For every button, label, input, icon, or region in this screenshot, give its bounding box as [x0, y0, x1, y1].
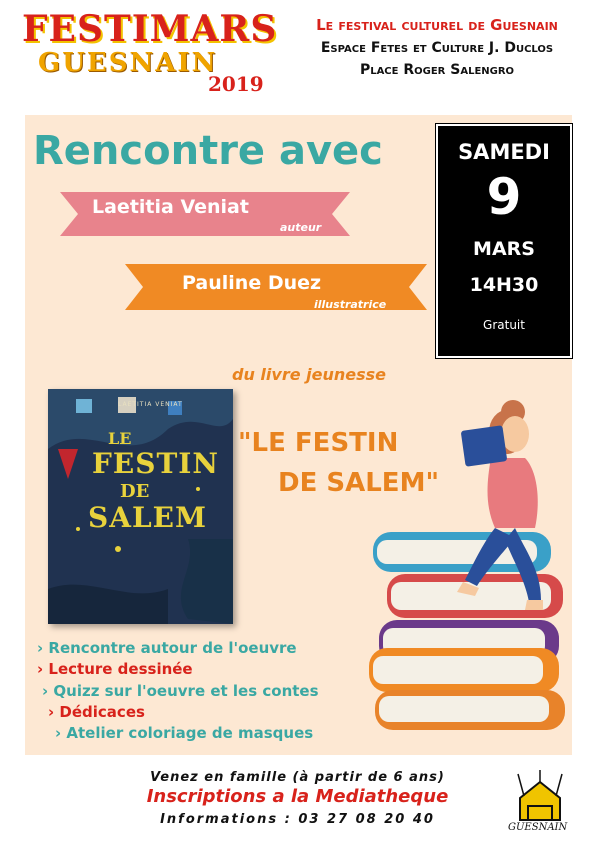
reader-on-books-illustration	[369, 400, 565, 730]
activity-item: › Quizz sur l'oeuvre et les contes	[42, 682, 319, 700]
town-logo-text: GUESNAIN	[508, 822, 568, 833]
date-time: 14H30	[469, 274, 539, 296]
cover-title-salem: SALEM	[88, 501, 207, 534]
date-number: 9	[486, 168, 522, 226]
activity-item: › Atelier coloriage de masques	[55, 724, 314, 742]
footer-registration: Inscriptions a la Mediatheque	[146, 786, 449, 807]
book-intro: du livre jeunesse	[232, 365, 386, 384]
festival-logo-year: 2019	[208, 72, 264, 96]
date-box: SAMEDI 9 MARS 14H30 Gratuit	[436, 124, 572, 358]
footer-family-note: Venez en famille (à partir de 6 ans)	[150, 770, 445, 785]
illustrator-name: Pauline Duez	[182, 272, 322, 294]
activity-label: Dédicaces	[59, 703, 145, 721]
activity-label: Lecture dessinée	[48, 660, 193, 678]
activity-label: Atelier coloriage de masques	[66, 724, 314, 742]
cover-title-le: LE	[108, 429, 132, 448]
activity-label: Rencontre autour de l'oeuvre	[48, 639, 297, 657]
festival-logo-sub: GUESNAIN	[38, 48, 218, 78]
cover-title-festin: FESTIN	[92, 447, 219, 480]
cover-title-de: DE	[120, 481, 150, 502]
book-stack	[369, 532, 565, 730]
author-name: Laetitia Veniat	[92, 196, 249, 218]
activity-item: › Dédicaces	[48, 703, 145, 721]
price-label: Gratuit	[483, 318, 525, 332]
book-cover: LAETITIA VENIAT LE FESTIN DE SALEM	[48, 389, 233, 624]
festival-tagline: Le festival culturel de Guesnain	[316, 16, 558, 34]
venue-name: Espace Fetes et Culture J. Duclos	[320, 40, 554, 56]
festival-logo-main: FESTIMARS	[22, 8, 278, 50]
activity-item: › Rencontre autour de l'oeuvre	[37, 639, 297, 657]
author-role: auteur	[280, 221, 322, 234]
venue-address: Place Roger Salengro	[359, 62, 515, 78]
activity-label: Quizz sur l'oeuvre et les contes	[53, 682, 319, 700]
illustrator-role: illustratrice	[314, 298, 387, 311]
activity-item: › Lecture dessinée	[37, 660, 193, 678]
footer-phone: Informations : 03 27 08 20 40	[160, 812, 435, 827]
cover-author: LAETITIA VENIAT	[118, 401, 183, 408]
event-title: Rencontre avec	[33, 128, 383, 174]
date-month: MARS	[473, 238, 535, 260]
date-day: SAMEDI	[458, 140, 550, 164]
